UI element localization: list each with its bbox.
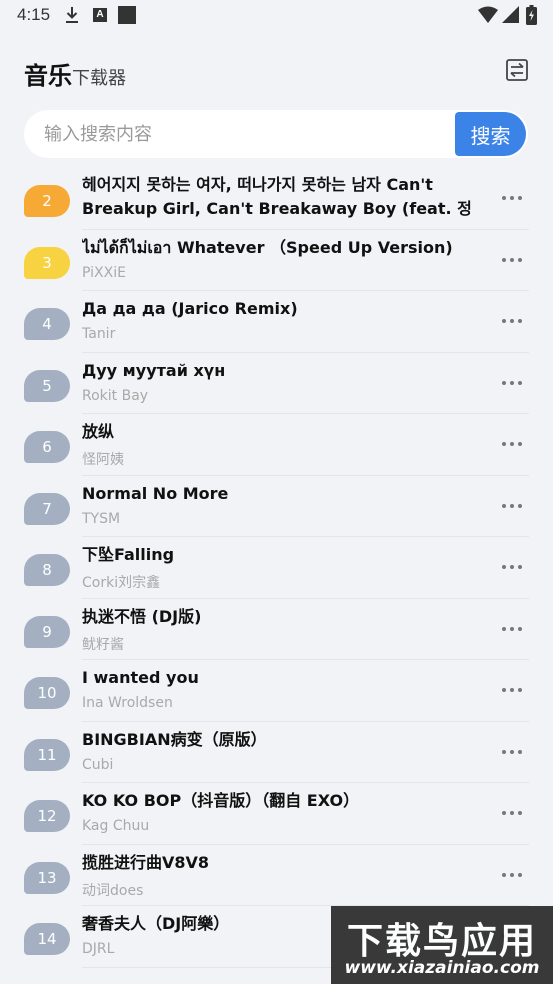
song-artist: Rokit Bay [82,387,149,404]
watermark-url: www.xiazainiao.com [344,958,540,978]
list-item[interactable]: 2 헤어지지 못하는 여자, 떠나가지 못하는 남자 Can't Breakup… [0,168,553,230]
rank-badge: 9 [24,615,70,648]
rank-badge: 2 [24,185,70,217]
a-notification-icon: A [93,8,107,22]
list-item[interactable]: 5 Дуу муутай хүн Rokit Bay [0,353,553,415]
song-title: 헤어지지 못하는 여자, 떠나가지 못하는 남자 Can't Breakup G… [82,175,472,218]
rank-badge: 6 [24,431,70,463]
song-title: Normal No More [82,483,229,503]
download-icon [66,7,78,23]
list-item[interactable]: 6 放纵 怪阿姨 [0,414,553,476]
status-time: 4:15 [17,5,51,24]
song-artist: DJRL [82,941,115,957]
list-item[interactable]: 11 BINGBIAN病变（原版） Cubi [0,722,553,784]
song-title: Дуу муутай хүн [82,360,226,380]
list-item[interactable]: 3 ไม่ได้ก็ไม่เอา Whatever （Speed Up Vers… [0,230,553,292]
more-icon[interactable] [500,746,524,758]
list-item[interactable]: 4 Да да да (Jarico Remix) Tanir [0,291,553,353]
song-title: 下坠Falling [82,545,175,564]
song-artist: PiXXiE [82,264,126,281]
more-icon[interactable] [500,438,524,450]
rank-badge: 7 [24,492,70,525]
search-bar: 搜索 [24,110,528,158]
song-title: 执迷不悟 (DJ版) [82,606,202,626]
more-icon[interactable] [500,623,524,635]
signal-icon [502,6,519,23]
list-item[interactable]: 8 下坠Falling Corki刘宗鑫 [0,537,553,599]
app-subtitle: 下载器 [72,68,126,89]
list-item[interactable]: 10 I wanted you Ina Wroldsen [0,660,553,722]
song-list: 2 헤어지지 못하는 여자, 떠나가지 못하는 남자 Can't Breakup… [0,168,553,968]
song-title: I wanted you [82,668,199,687]
rank-badge: 10 [24,677,70,709]
song-title: BINGBIAN病变（原版） [82,729,267,749]
more-icon[interactable] [500,315,524,327]
rank-badge: 8 [24,554,70,586]
more-icon[interactable] [500,254,524,266]
song-artist: Tanir [82,326,116,342]
more-icon[interactable] [500,500,524,512]
page-title: 音乐下载器 [24,56,126,91]
list-item[interactable]: 9 执迷不悟 (DJ版) 鱿籽酱 [0,599,553,661]
rank-badge: 4 [24,308,70,340]
song-title: 揽胜进行曲V8V8 [82,852,210,872]
status-bar: 4:15 A [0,0,553,32]
more-icon[interactable] [500,807,524,819]
song-artist: 动词does [82,882,144,899]
rank-badge: 11 [24,738,70,771]
search-input[interactable] [44,110,464,158]
wifi-icon [478,6,498,23]
list-item[interactable]: 7 Normal No More TYSM [0,476,553,538]
rank-badge: 14 [24,923,70,955]
more-icon[interactable] [500,869,524,881]
more-icon[interactable] [500,684,524,696]
rank-badge: 3 [24,246,70,279]
more-icon[interactable] [500,561,524,573]
rank-badge: 5 [24,369,70,402]
watermark: 下载鸟应用 www.xiazainiao.com [331,906,553,984]
rank-badge: 12 [24,800,70,832]
song-artist: Ina Wroldsen [82,695,173,711]
swap-icon[interactable] [505,58,529,82]
song-artist: Kag Chuu [82,818,150,834]
list-item[interactable]: 13 揽胜进行曲V8V8 动词does [0,845,553,907]
watermark-title: 下载鸟应用 [346,921,537,962]
more-icon[interactable] [500,377,524,389]
song-artist: Corki刘宗鑫 [82,575,161,591]
song-title: Да да да (Jarico Remix) [82,299,298,318]
app-title: 音乐 [24,62,72,90]
list-item[interactable]: 12 KO KO BOP（抖音版）（翻自 EXO） Kag Chuu [0,783,553,845]
song-title: ไม่ได้ก็ไม่เอา Whatever （Speed Up Versio… [82,237,453,257]
square-notification-icon [118,6,136,24]
song-artist: 鱿籽酱 [82,636,124,653]
song-title: 放纵 [82,422,115,441]
song-artist: 怪阿姨 [82,452,124,468]
battery-icon [526,5,537,25]
song-artist: Cubi [82,756,114,773]
search-button[interactable]: 搜索 [455,112,526,156]
more-icon[interactable] [500,192,524,204]
rank-badge: 13 [24,861,70,894]
song-title: KO KO BOP（抖音版）（翻自 EXO） [82,791,360,810]
song-artist: TYSM [82,510,121,527]
